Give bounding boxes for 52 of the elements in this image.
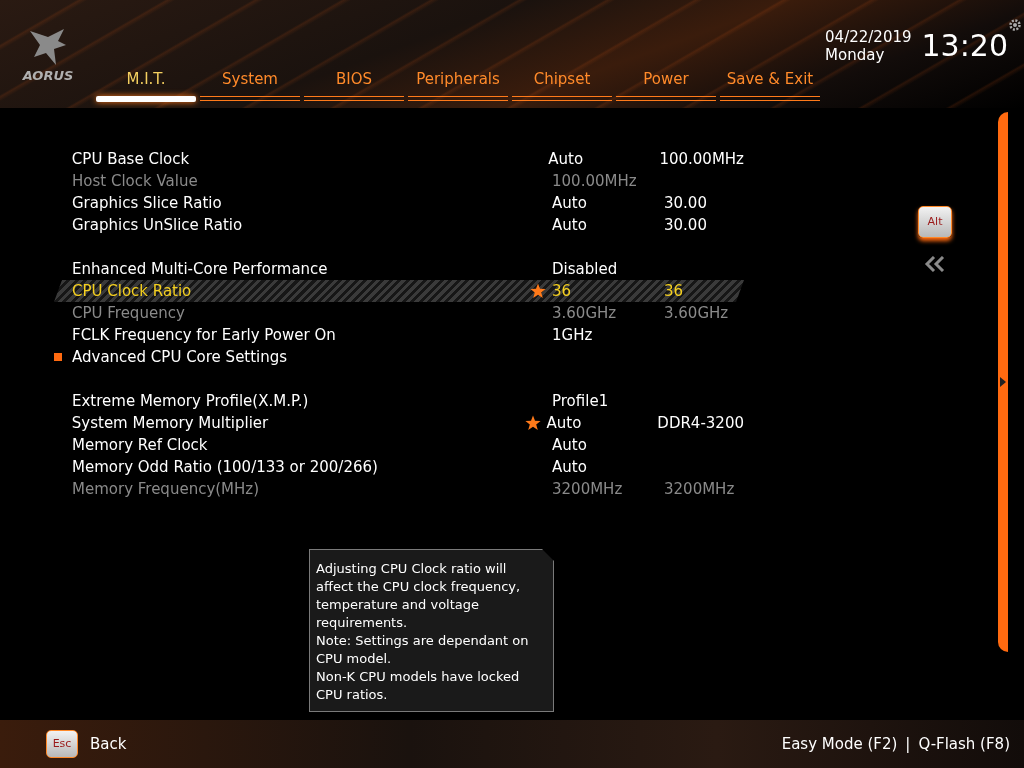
menu-tab[interactable]: Power [616, 66, 716, 102]
menu-tab[interactable]: BIOS [304, 66, 404, 102]
current-value: 30.00 [664, 192, 707, 214]
setting-label[interactable]: Enhanced Multi-Core Performance [72, 257, 524, 281]
setting-label[interactable]: CPU Base Clock [71, 147, 521, 171]
side-panel-handle[interactable] [998, 112, 1008, 652]
setting-label[interactable]: Advanced CPU Core Settings [72, 345, 524, 369]
current-value: 36 [664, 280, 684, 302]
setting-value[interactable]: Auto [546, 413, 582, 432]
current-value: DDR4-3200 [657, 412, 744, 434]
help-tooltip: Adjusting CPU Clock ratio will affect the CPU clock frequency, temperature and voltage requirements. Note: Settings are dependant on CPU model. Non-K CPU models have locked CPU ratios. [309, 549, 554, 712]
setting-value[interactable]: 1GHz [552, 325, 593, 344]
setting-label[interactable]: Memory Odd Ratio (100/133 or 200/266) [72, 455, 524, 479]
setting-label[interactable]: Memory Ref Clock [72, 433, 524, 457]
submenu-bullet-icon [54, 353, 62, 361]
current-value: 3.60GHz [664, 302, 729, 324]
setting-value[interactable]: Profile1 [552, 391, 609, 410]
weekday-text: Monday [825, 46, 886, 64]
double-chevron-left-icon[interactable] [924, 256, 946, 272]
setting-value[interactable]: Auto [552, 435, 587, 454]
menu-tab[interactable]: M.I.T. [96, 66, 196, 102]
triangle-right-icon [1000, 377, 1006, 387]
alt-key[interactable]: Alt [918, 206, 952, 238]
date-text: 04/22/2019 [825, 28, 912, 46]
current-value: 30.00 [664, 214, 707, 236]
setting-label[interactable]: FCLK Frequency for Early Power On [72, 323, 524, 347]
back-label: Back [90, 733, 127, 755]
shortcut-link[interactable]: Q-Flash (F8) [918, 732, 1010, 756]
current-value: 100.00MHz [659, 148, 744, 170]
clock-time: 13:20 [921, 31, 1008, 61]
setting-label[interactable]: Graphics Slice Ratio [72, 191, 524, 215]
separator-text: | [905, 733, 911, 755]
setting-value[interactable]: Auto [552, 457, 587, 476]
settings-icon[interactable] [1008, 18, 1022, 32]
menu-tab[interactable]: System [200, 66, 300, 102]
shortcut-link[interactable]: Easy Mode (F2) [781, 732, 898, 756]
selected-row-highlight[interactable]: CPU Clock Ratio 36 36 [54, 280, 744, 302]
setting-value[interactable]: Disabled [552, 259, 618, 278]
setting-value[interactable]: 36 [552, 281, 572, 300]
setting-value[interactable]: Auto [548, 149, 584, 168]
setting-label[interactable]: Extreme Memory Profile(X.M.P.) [72, 389, 524, 413]
setting-value[interactable]: Auto [552, 193, 587, 212]
setting-label[interactable]: Graphics UnSlice Ratio [72, 213, 524, 237]
setting-value[interactable]: Auto [552, 215, 587, 234]
menu-tab[interactable]: Peripherals [408, 66, 508, 102]
brand-logo-text: AORUS [22, 69, 74, 82]
menu-tab[interactable]: Save & Exit [720, 66, 820, 102]
setting-label[interactable]: CPU Clock Ratio [72, 279, 524, 303]
esc-key[interactable]: Esc [46, 730, 78, 758]
menu-tab[interactable]: Chipset [512, 66, 612, 102]
current-value: 3200MHz [664, 478, 735, 500]
setting-label[interactable]: System Memory Multiplier [71, 411, 519, 435]
